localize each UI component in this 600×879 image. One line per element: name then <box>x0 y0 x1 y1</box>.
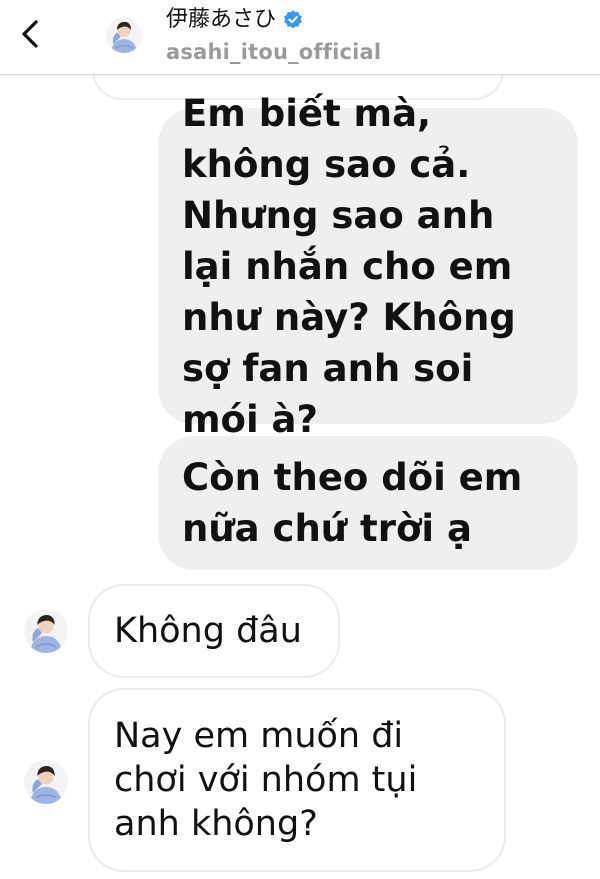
username[interactable]: asahi_itou_official <box>166 40 381 64</box>
chevron-left-icon <box>22 20 38 48</box>
back-button[interactable] <box>12 14 48 54</box>
profile-avatar[interactable] <box>106 17 142 53</box>
profile-title[interactable]: 伊藤あさひ <box>166 6 304 34</box>
incoming-message-bubble[interactable]: Nay em muốn đi chơi với nhóm tụi anh khô… <box>88 688 506 872</box>
message-text: Còn theo dõi em nữa chứ trời ạ <box>182 456 523 550</box>
message-text: Em biết mà, không sao cả. Nhưng sao anh … <box>182 91 516 441</box>
outgoing-message-bubble[interactable]: Em biết mà, không sao cả. Nhưng sao anh … <box>158 92 578 441</box>
message-text: Nay em muốn đi chơi với nhóm tụi anh khô… <box>114 716 418 844</box>
avatar-image <box>106 17 142 53</box>
avatar-image <box>24 760 68 804</box>
display-name: 伊藤あさひ <box>166 7 277 32</box>
verified-badge-icon <box>282 9 304 31</box>
chat-header: 伊藤あさひ asahi_itou_official <box>0 0 600 75</box>
message-text: Không đâu <box>114 611 302 651</box>
outgoing-message-bubble[interactable]: Còn theo dõi em nữa chứ trời ạ <box>158 436 578 570</box>
avatar-image <box>24 609 68 653</box>
message-thread: Em biết mà, không sao cả. Nhưng sao anh … <box>0 0 600 879</box>
incoming-message-bubble[interactable]: Không đâu <box>88 584 340 678</box>
sender-avatar[interactable] <box>24 760 68 804</box>
sender-avatar[interactable] <box>24 609 68 653</box>
